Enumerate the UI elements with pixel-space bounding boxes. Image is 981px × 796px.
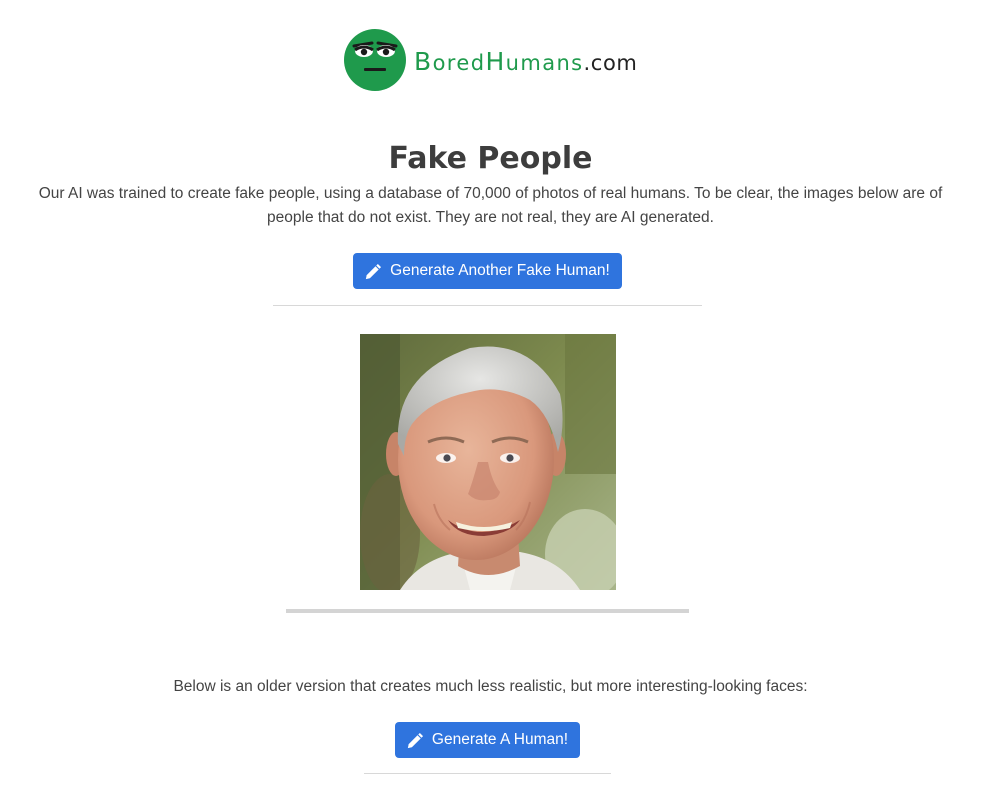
logo-word-ored: ored xyxy=(432,50,486,75)
intro-text: Our AI was trained to create fake people… xyxy=(38,185,943,226)
older-version-text: Below is an older version that creates m… xyxy=(173,678,808,695)
site-name: BoredHumans.com xyxy=(414,49,637,74)
page-title: Fake People xyxy=(388,141,593,176)
pencil-icon xyxy=(407,732,423,748)
logo-letter-h: H xyxy=(485,46,506,76)
generate-a-human-label: Generate A Human! xyxy=(431,731,569,748)
site-logo[interactable]: BoredHumans.com xyxy=(344,29,637,91)
generate-a-human-button[interactable]: Generate A Human! xyxy=(395,722,580,758)
divider-thick xyxy=(286,609,689,613)
generate-another-fake-human-button[interactable]: Generate Another Fake Human! xyxy=(353,253,622,289)
divider xyxy=(273,305,702,306)
pencil-icon xyxy=(365,263,382,279)
logo-letter-b: B xyxy=(414,46,433,76)
generate-another-fake-human-label: Generate Another Fake Human! xyxy=(390,262,610,279)
divider xyxy=(364,773,611,774)
page: BoredHumans.com Fake People Our AI was t… xyxy=(0,0,981,796)
generated-face-image[interactable] xyxy=(360,334,616,590)
bored-face-icon xyxy=(344,29,406,91)
logo-word-umans: umans xyxy=(505,50,584,75)
logo-tld: .com xyxy=(583,50,638,75)
